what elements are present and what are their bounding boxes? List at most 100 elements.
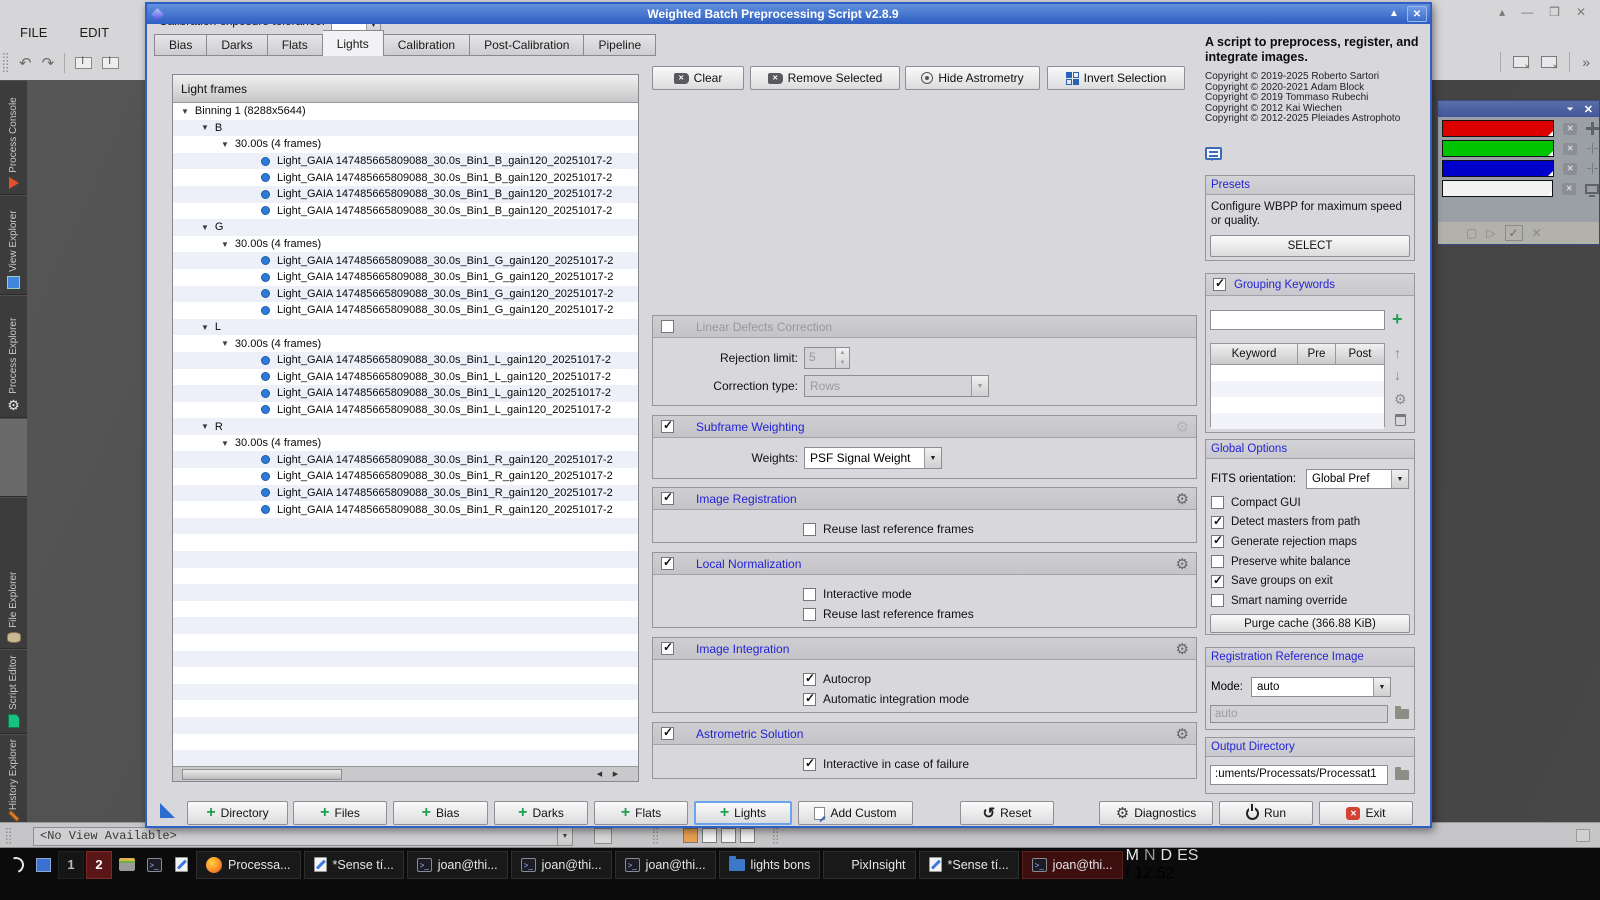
taskbar-window-joan@thi-[interactable]: >_ joan@thi...	[406, 850, 508, 879]
fits-orientation-dropdown[interactable]: Global Pref ▼	[1306, 469, 1409, 489]
palette-swatch-orange[interactable]	[683, 828, 698, 843]
section-header[interactable]: Subframe Weighting ⚙	[653, 416, 1196, 438]
section-header[interactable]: Astrometric Solution ⚙	[653, 723, 1196, 745]
redo-icon[interactable]: ↷	[42, 54, 55, 72]
gear-icon[interactable]: ⚙	[1176, 725, 1189, 743]
toolbar-drag-handle[interactable]	[2, 52, 9, 74]
apply-check-icon[interactable]: ✓	[1504, 225, 1523, 241]
minimize-icon[interactable]: —	[1521, 5, 1533, 19]
taskbar-window--sense-t-[interactable]: *Sense tí...	[303, 850, 404, 879]
view-selector-combobox[interactable]: <No View Available>	[33, 827, 557, 846]
image-integration-checkbox[interactable]	[661, 640, 674, 655]
tool-window-titlebar[interactable]: ⏷ ✕	[1438, 101, 1599, 117]
sidebar-item-history-explorer[interactable]: History Explorer	[0, 734, 27, 824]
drag-handle[interactable]	[5, 827, 12, 845]
save-view-icon[interactable]	[594, 828, 612, 844]
close-icon[interactable]: ✕	[1576, 5, 1586, 19]
gear-icon[interactable]: ⚙	[1176, 555, 1189, 573]
crosshair-icon[interactable]	[1586, 122, 1599, 135]
keyboard-layout-es[interactable]: ES	[1177, 847, 1198, 865]
astrometric-solution-checkbox[interactable]	[661, 725, 674, 740]
linear-defects-checkbox[interactable]	[661, 320, 674, 333]
bias-button[interactable]: + Bias	[393, 801, 488, 825]
dropdown-arrow-icon[interactable]: ▼	[924, 448, 941, 468]
exit-button[interactable]: ✕ Exit	[1319, 801, 1413, 825]
taskbar-window-joan@thi-[interactable]: >_ joan@thi...	[1021, 850, 1123, 879]
expand-arrow-icon[interactable]: ▼	[221, 339, 229, 348]
rename-icon[interactable]	[75, 55, 93, 69]
undo-icon[interactable]: ↶	[19, 54, 32, 72]
checkbox[interactable]	[1211, 555, 1224, 569]
local-normalization-checkbox[interactable]	[661, 555, 674, 570]
maximize-icon[interactable]: ▲	[1384, 6, 1404, 22]
restore-icon[interactable]: ❒	[1549, 5, 1560, 19]
page-icon[interactable]: ▷	[1486, 226, 1495, 240]
subframe-weighting-checkbox[interactable]	[661, 418, 674, 433]
expand-arrow-icon[interactable]: ▼	[201, 422, 209, 431]
tree-row[interactable]: ▼ Binning 1 (8288x5644)	[173, 103, 638, 120]
tab-flats[interactable]: Flats	[267, 34, 323, 56]
tree-row[interactable]: ▼ G	[173, 219, 638, 236]
checkbox[interactable]	[803, 522, 816, 536]
keyboard-layout-n[interactable]: N	[1144, 847, 1156, 865]
tree-row[interactable]: Light_GAIA 147485665809088_30.0s_Bin1_R_…	[173, 468, 638, 485]
tree-row[interactable]: ▼ 30.00s (4 frames)	[173, 335, 638, 352]
clipboard-icon[interactable]	[102, 55, 120, 69]
close-all-views-icon[interactable]	[1541, 56, 1558, 71]
clear-channel-icon[interactable]: ✕	[1562, 162, 1578, 175]
tree-row[interactable]: Light_GAIA 147485665809088_30.0s_Bin1_R_…	[173, 451, 638, 469]
purge-cache-button[interactable]: Purge cache (366.88 KiB)	[1210, 614, 1410, 633]
chat-icon[interactable]	[1205, 147, 1222, 161]
palette-swatch[interactable]	[721, 828, 736, 843]
channel-color-bar[interactable]	[1442, 160, 1554, 177]
keyword-input[interactable]	[1210, 310, 1385, 330]
checkbox[interactable]	[1211, 514, 1224, 529]
run-button[interactable]: Run	[1219, 801, 1313, 825]
expand-arrow-icon[interactable]: ▼	[221, 240, 229, 249]
tree-row[interactable]: Light_GAIA 147485665809088_30.0s_Bin1_R_…	[173, 501, 638, 518]
directory-button[interactable]: + Directory	[187, 801, 288, 825]
checkbox[interactable]	[803, 671, 816, 686]
checkbox[interactable]	[803, 607, 816, 621]
shade-icon[interactable]: ▴	[1499, 5, 1505, 19]
presets-select-button[interactable]: SELECT	[1210, 235, 1410, 257]
browse-folder-icon[interactable]	[1395, 767, 1409, 780]
tree-row[interactable]: Light_GAIA 147485665809088_30.0s_Bin1_L_…	[173, 385, 638, 402]
checkbox[interactable]	[803, 691, 816, 706]
dialog-titlebar[interactable]: Weighted Batch Preprocessing Script v2.8…	[147, 4, 1430, 24]
clear-channel-icon[interactable]: ✕	[1562, 142, 1578, 155]
channel-color-bar[interactable]	[1442, 140, 1554, 157]
add-keyword-icon[interactable]: +	[1392, 310, 1403, 328]
tree-row[interactable]: Light_GAIA 147485665809088_30.0s_Bin1_G_…	[173, 302, 638, 319]
taskbar-window-joan@thi-[interactable]: >_ joan@thi...	[510, 850, 612, 879]
checkbox[interactable]	[803, 756, 816, 771]
drag-handle[interactable]	[652, 827, 659, 845]
tab-lights[interactable]: Lights	[322, 30, 384, 56]
crosshair-icon[interactable]	[1586, 142, 1599, 155]
section-header[interactable]: Image Registration ⚙	[653, 488, 1196, 510]
tab-post-calibration[interactable]: Post-Calibration	[470, 34, 585, 56]
output-directory-field[interactable]: :uments/Processats/Processat1	[1210, 765, 1388, 785]
checkbox[interactable]	[1211, 594, 1224, 608]
dropdown-arrow-icon[interactable]: ▼	[1391, 470, 1408, 488]
alert-icon[interactable]: !	[1126, 865, 1130, 882]
palette-swatch[interactable]	[702, 828, 717, 843]
gear-icon[interactable]: ⚙	[1176, 490, 1189, 508]
flats-button[interactable]: + Flats	[594, 801, 688, 825]
taskbar-window-joan@thi-[interactable]: >_ joan@thi...	[614, 850, 716, 879]
drag-handle[interactable]	[772, 827, 779, 845]
tree-row[interactable]: Light_GAIA 147485665809088_30.0s_Bin1_L_…	[173, 351, 638, 369]
taskbar-window-processa-[interactable]: Processa...	[196, 850, 301, 879]
close-icon[interactable]: ✕	[1407, 6, 1427, 22]
checkbox[interactable]	[1211, 496, 1224, 510]
expand-arrow-icon[interactable]: ▼	[201, 123, 209, 132]
tree-row[interactable]: ▼ B	[173, 119, 638, 137]
workspace-2[interactable]: 2	[86, 850, 112, 879]
expand-arrow-icon[interactable]: ▼	[181, 107, 189, 116]
scroll-right-icon[interactable]: ▶	[608, 768, 623, 781]
keywords-gear-icon[interactable]: ⚙	[1394, 391, 1407, 408]
invert-selection-button[interactable]: Invert Selection	[1047, 66, 1185, 90]
horizontal-scrollbar[interactable]: ◀ ▶	[173, 766, 638, 781]
column-post[interactable]: Post	[1336, 343, 1385, 365]
channel-color-bar[interactable]	[1442, 120, 1554, 137]
